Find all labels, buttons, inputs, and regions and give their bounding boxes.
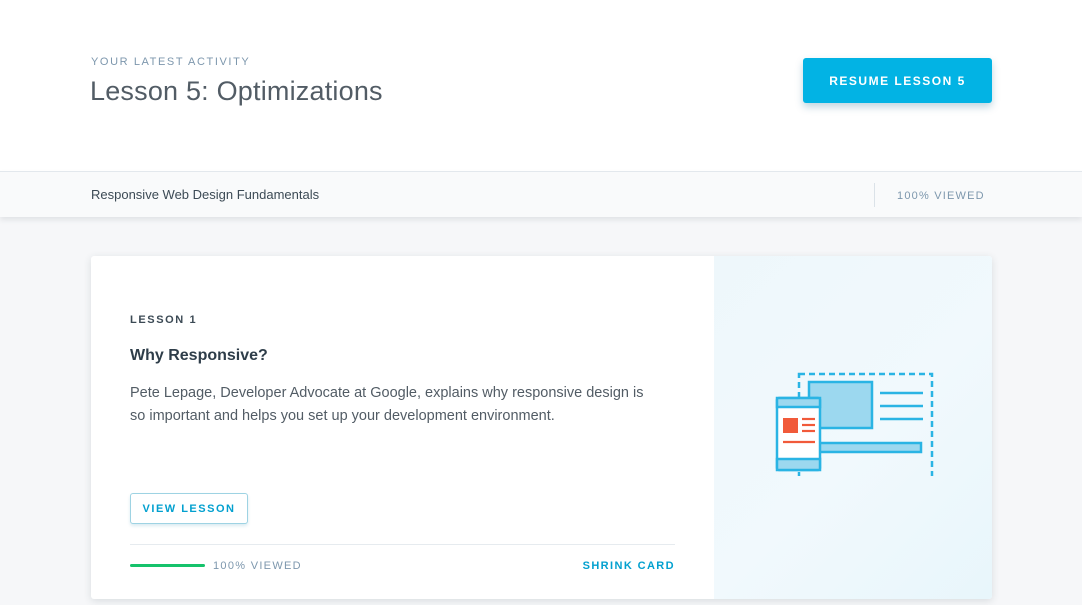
course-progress-bar: Responsive Web Design Fundamentals 100% … [0, 171, 1082, 217]
responsive-devices-icon [775, 372, 934, 476]
lesson-title: Why Responsive? [130, 347, 268, 364]
lesson-number-label: LESSON 1 [130, 314, 198, 326]
course-name: Responsive Web Design Fundamentals [91, 187, 320, 202]
activity-lesson-title: Lesson 5: Optimizations [90, 76, 383, 106]
lesson-progress-fill [130, 564, 205, 567]
activity-eyebrow: YOUR LATEST ACTIVITY [91, 56, 251, 68]
shrink-card-link[interactable]: SHRINK CARD [583, 560, 675, 572]
lesson-card: LESSON 1 Why Responsive? Pete Lepage, De… [91, 256, 992, 599]
lesson-description: Pete Lepage, Developer Advocate at Googl… [130, 385, 644, 424]
lesson-illustration-panel [714, 256, 992, 599]
resume-lesson-button[interactable]: RESUME LESSON 5 [803, 58, 992, 103]
course-bar-divider [874, 183, 875, 207]
lesson-viewed-status: 100% VIEWED [213, 560, 302, 572]
view-lesson-button[interactable]: VIEW LESSON [130, 493, 248, 524]
lesson-progress-bar [130, 564, 205, 567]
course-viewed-status: 100% VIEWED [897, 190, 985, 202]
lesson-card-content: LESSON 1 Why Responsive? Pete Lepage, De… [91, 256, 714, 599]
lesson-card-footer: 100% VIEWED SHRINK CARD [130, 544, 675, 584]
latest-activity-header: YOUR LATEST ACTIVITY Lesson 5: Optimizat… [0, 0, 1082, 171]
